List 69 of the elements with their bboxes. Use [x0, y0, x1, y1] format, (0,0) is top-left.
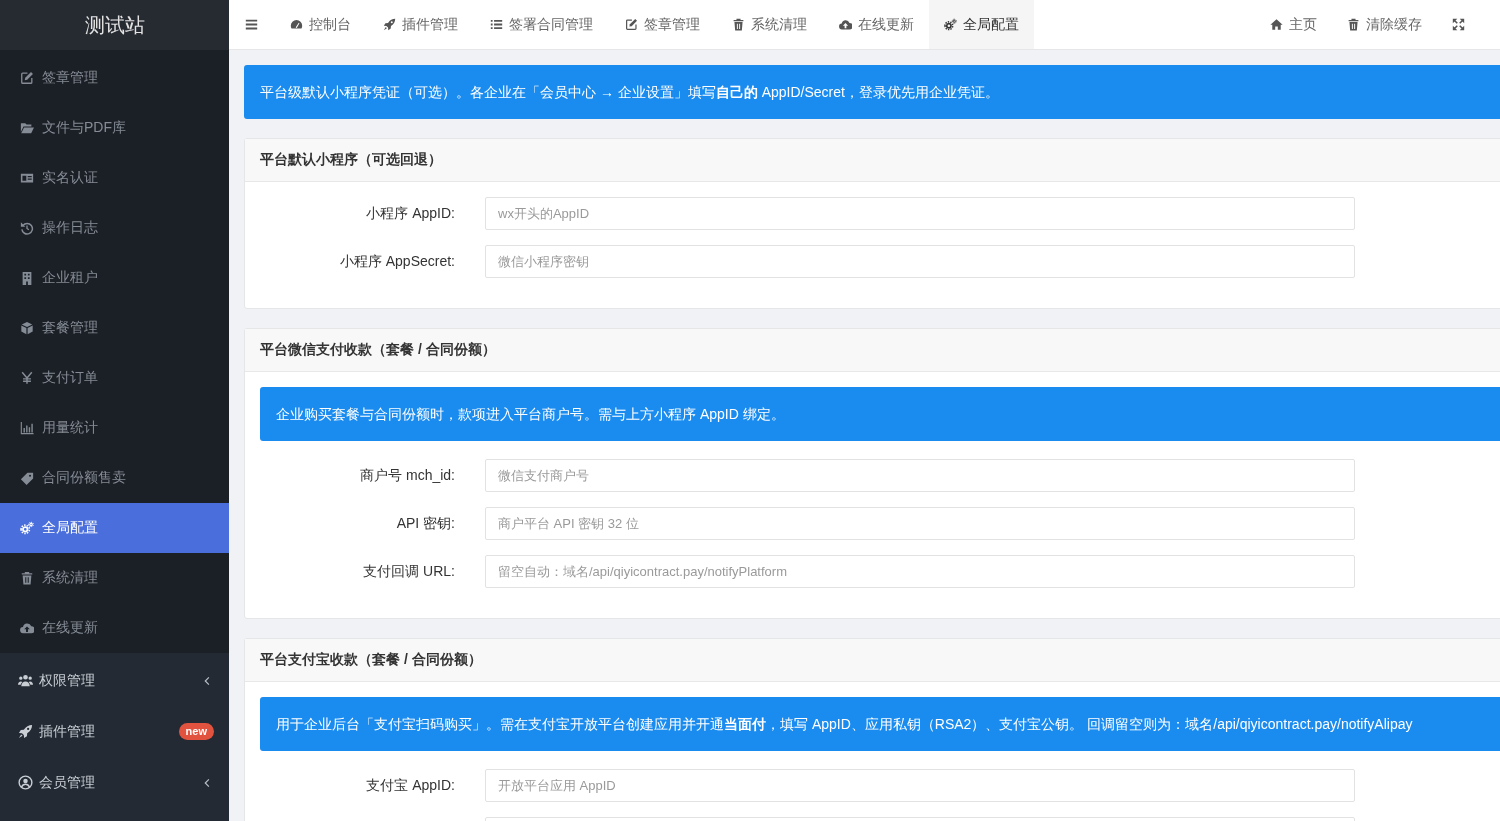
- input-field[interactable]: 开放平台应用 AppID: [485, 769, 1355, 802]
- yen-icon: [20, 371, 34, 385]
- nav-tab[interactable]: 签章管理: [609, 0, 716, 49]
- building-icon: [20, 271, 34, 285]
- menu-icon: [245, 18, 258, 31]
- field-label: 支付回调 URL:: [363, 562, 455, 581]
- pencil-square-icon: [625, 18, 638, 31]
- field-label: 小程序 AppID:: [366, 204, 455, 223]
- trash-icon: [20, 571, 34, 585]
- tag-icon: [20, 471, 34, 485]
- input-field[interactable]: wx开头的AppID: [485, 197, 1355, 230]
- sidebar-item[interactable]: 用量统计: [0, 403, 229, 453]
- sidebar-item[interactable]: 全局配置: [0, 503, 229, 553]
- sidebar-item[interactable]: 合同份额售卖: [0, 453, 229, 503]
- panel-title: 平台支付宝收款（套餐 / 合同份额）: [260, 651, 482, 669]
- input-field[interactable]: 商户平台 API 密钥 32 位: [485, 507, 1355, 540]
- nav-tab[interactable]: 在线更新: [823, 0, 930, 49]
- trash-icon: [1347, 18, 1360, 31]
- info-alert: 用于企业后台「支付宝扫码购买」。需在支付宝开放平台创建应用并开通当面付，填写 AppID、应用私钥（RSA2）、支付宝公钥。 回调留空则为：域名/api/qiyicontract.pay/notifyAlipay: [260, 697, 1500, 751]
- rocket-icon: [383, 18, 396, 31]
- rocket-icon: [18, 724, 33, 739]
- field-label: 商户号 mch_id:: [360, 466, 455, 485]
- nav-tab[interactable]: 系统清理: [716, 0, 823, 49]
- nav-tab[interactable]: 全局配置: [929, 0, 1034, 49]
- sidebar-item[interactable]: 套餐管理: [0, 303, 229, 353]
- sidebar-item[interactable]: 实名认证: [0, 153, 229, 203]
- sidebar-item[interactable]: 文件与PDF库: [0, 103, 229, 153]
- field-label: 支付宝 AppID:: [366, 776, 455, 795]
- trash-icon: [732, 18, 745, 31]
- input-field[interactable]: 微信支付商户号: [485, 459, 1355, 492]
- nav-link[interactable]: 清除缓存: [1332, 0, 1437, 49]
- users-icon: [18, 673, 33, 688]
- sidebar-item[interactable]: 签章管理: [0, 53, 229, 103]
- site-title: 测试站: [84, 12, 145, 38]
- sidebar-item[interactable]: 权限管理: [0, 655, 229, 706]
- gauge-icon: [290, 18, 303, 31]
- gears-icon: [20, 521, 34, 535]
- input-field[interactable]: 微信小程序密钥: [485, 245, 1355, 278]
- bar-chart-icon: [20, 421, 34, 435]
- panel-title: 平台默认小程序（可选回退）: [260, 151, 442, 169]
- nav-tab[interactable]: 控制台: [274, 0, 367, 49]
- sidebar-item[interactable]: 会员管理: [0, 757, 229, 808]
- field-label: API 密钥:: [396, 514, 455, 533]
- sidebar-item[interactable]: 在线更新: [0, 603, 229, 653]
- field-label: 小程序 AppSecret:: [339, 252, 455, 271]
- sidebar-item[interactable]: 插件管理 new: [0, 706, 229, 757]
- nav-tab[interactable]: 签署合同管理: [474, 0, 609, 49]
- new-badge: new: [178, 723, 214, 740]
- panel-title: 平台微信支付收款（套餐 / 合同份额）: [260, 341, 496, 359]
- pencil-square-icon: [20, 71, 34, 85]
- list-icon: [490, 18, 503, 31]
- info-alert: 平台级默认小程序凭证（可选）。各企业在「会员中心 → 企业设置」填写自己的 AppID/Secret，登录优先用企业凭证。: [244, 65, 1500, 119]
- sidebar-item[interactable]: 企业租户: [0, 253, 229, 303]
- sidebar-item[interactable]: 系统清理: [0, 553, 229, 603]
- gears-icon: [944, 18, 957, 31]
- sidebar-item[interactable]: 支付订单: [0, 353, 229, 403]
- cloud-arrow-icon: [839, 18, 852, 31]
- info-alert: 企业购买套餐与合同份额时，款项进入平台商户号。需与上方小程序 AppID 绑定。: [260, 387, 1500, 441]
- id-card-icon: [20, 171, 34, 185]
- nav-link[interactable]: 主页: [1255, 0, 1332, 49]
- nav-tab[interactable]: 插件管理: [367, 0, 474, 49]
- cloud-arrow-icon: [20, 621, 34, 635]
- cube-icon: [20, 321, 34, 335]
- expand-icon: [1452, 18, 1465, 31]
- input-field[interactable]: 留空自动：域名/api/qiyicontract.pay/notifyPlatform: [485, 555, 1355, 588]
- home-icon: [1270, 18, 1283, 31]
- rotate-arrow-icon: [20, 221, 34, 235]
- folder-icon: [20, 121, 34, 135]
- sidebar-item[interactable]: 操作日志: [0, 203, 229, 253]
